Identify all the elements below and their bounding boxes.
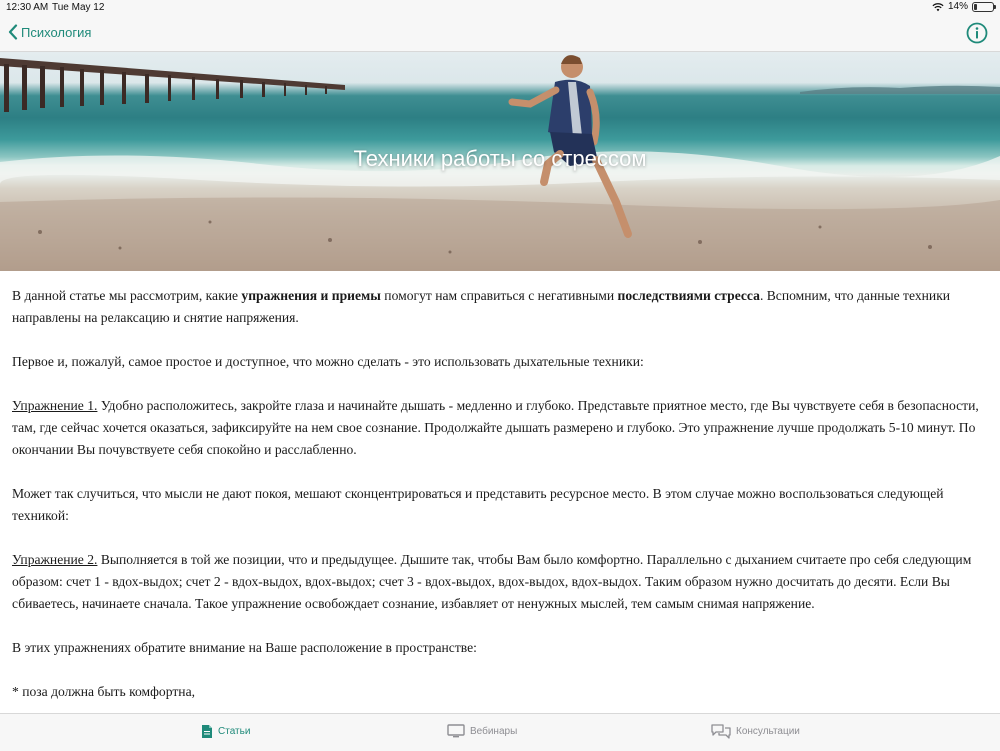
exercise-label: Упражнение 2. [12, 552, 98, 567]
battery-level [974, 3, 977, 10]
status-bar: 12:30 AM Tue May 12 14% [0, 0, 1000, 16]
back-button[interactable]: Психология [8, 24, 91, 40]
navigation-bar: Психология [0, 16, 1000, 52]
hero-banner: Техники работы со стрессом [0, 52, 1000, 271]
document-icon [202, 725, 212, 738]
wifi-icon [932, 2, 944, 11]
article-paragraph: В этих упражнениях обратите внимание на … [12, 640, 477, 655]
monitor-icon [447, 724, 465, 738]
tab-articles[interactable]: Статьи [201, 724, 250, 739]
article-paragraph: Упражнение 1. Удобно расположитесь, закр… [12, 398, 979, 457]
article-paragraph: Первое и, пожалуй, самое простое и досту… [12, 354, 644, 369]
tab-bar: Статьи Вебинары Консультации [0, 713, 1000, 751]
bold-text: упражнения и приемы [241, 288, 381, 303]
article-paragraph: * поза должна быть комфортна, [12, 684, 195, 699]
article-paragraph: Упражнение 2. Выполняется в той же позиц… [12, 552, 972, 611]
article-paragraph: Может так случиться, что мысли не дают п… [12, 486, 944, 523]
article-title: Техники работы со стрессом [353, 146, 647, 171]
battery-icon [972, 1, 996, 12]
battery-percent: 14% [947, 1, 968, 12]
status-date: Tue May 12 [52, 2, 105, 13]
back-button-label: Психология [21, 24, 92, 40]
status-time: 12:30 AM [6, 2, 49, 13]
chat-bubbles-icon [711, 724, 731, 739]
chevron-left-icon [8, 24, 18, 40]
bold-text: последствиями стресса [617, 288, 760, 303]
exercise-label: Упражнение 1. [12, 398, 98, 413]
tab-label: Статьи [218, 726, 251, 737]
tab-consultations[interactable]: Консультации [711, 724, 800, 739]
article-paragraph: В данной статье мы рассмотрим, какие упр… [12, 288, 951, 325]
tab-webinars[interactable]: Вебинары [447, 724, 517, 738]
tab-label: Консультации [736, 726, 800, 737]
status-indicators: 14% [932, 1, 996, 12]
info-icon[interactable] [966, 22, 988, 44]
article-body: В данной статье мы рассмотрим, какие упр… [12, 285, 987, 725]
tab-label: Вебинары [470, 725, 518, 737]
